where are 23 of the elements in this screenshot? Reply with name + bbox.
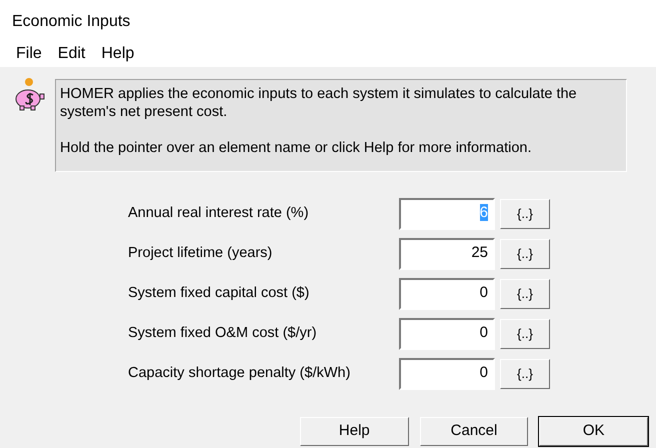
info-text: Hold the pointer over an element name or click Help for more information. (60, 139, 532, 157)
info-text: HOMER applies the economic inputs to each system it simulates to calculate the system's net present cost. (60, 85, 578, 121)
sensitivity-button[interactable]: {..} (500, 359, 550, 389)
input-field[interactable]: 0 (399, 358, 495, 390)
sensitivity-button[interactable]: {..} (500, 279, 550, 309)
sensitivity-button[interactable]: {..} (500, 319, 550, 349)
window-title: Economic Inputs (11, 12, 132, 32)
field-label: Capacity shortage penalty ($/kWh) (128, 364, 352, 384)
dialog-button[interactable]: Help (300, 417, 409, 446)
field-label: Project lifetime (years) (128, 244, 274, 264)
input-field[interactable]: 0 (399, 318, 495, 350)
menu-item[interactable]: Help (93, 42, 142, 66)
field-label: Annual real interest rate (%) (128, 204, 310, 224)
sensitivity-button[interactable]: {..} (500, 239, 550, 269)
dialog-button[interactable]: Cancel (420, 417, 528, 446)
sensitivity-button[interactable]: {..} (500, 199, 550, 229)
field-label: System fixed O&M cost ($/yr) (128, 324, 318, 344)
menu-item[interactable]: Edit (50, 42, 94, 66)
input-field[interactable]: 0 (399, 278, 495, 310)
menu-item[interactable]: File (8, 42, 50, 66)
dialog-button[interactable]: OK (539, 417, 648, 446)
input-field[interactable]: 25 (399, 238, 495, 270)
field-label: System fixed capital cost ($) (128, 284, 310, 304)
